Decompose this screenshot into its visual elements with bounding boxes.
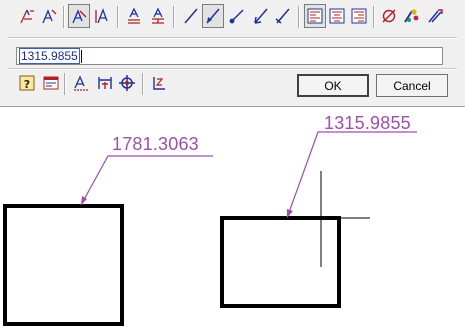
cancel-button[interactable]: Cancel bbox=[376, 74, 448, 97]
leader-line-icon[interactable] bbox=[180, 4, 202, 28]
diameter-symbol-icon[interactable] bbox=[378, 4, 400, 28]
text-caret bbox=[80, 50, 82, 64]
selected-text[interactable]: 1315.9855 bbox=[19, 48, 80, 64]
input-divider bbox=[8, 68, 457, 70]
ordinate-icon[interactable] bbox=[94, 71, 116, 95]
drawing-canvas[interactable] bbox=[0, 107, 465, 334]
snap-target-icon[interactable] bbox=[116, 71, 138, 95]
text-stacked-icon[interactable] bbox=[123, 4, 145, 28]
ok-button[interactable]: OK bbox=[297, 74, 369, 97]
dimension-style-icon[interactable] bbox=[70, 71, 92, 95]
baseline-icon[interactable] bbox=[148, 71, 170, 95]
dimension-text-input[interactable]: 1315.9855 bbox=[16, 47, 443, 65]
dot-leader-icon[interactable] bbox=[226, 4, 248, 28]
left-dimension-leader bbox=[80, 155, 213, 206]
open-arrow-leader-icon[interactable] bbox=[250, 4, 272, 28]
tick-leader-icon[interactable] bbox=[272, 4, 294, 28]
dimension-text-editor: 1315.9855 ? OK Cancel bbox=[0, 0, 465, 107]
help-icon[interactable]: ? bbox=[16, 71, 38, 95]
symbol-palette-icon[interactable] bbox=[400, 4, 422, 28]
properties-icon[interactable] bbox=[40, 71, 62, 95]
svg-text:?: ? bbox=[24, 78, 30, 91]
text-stacked-alt-icon[interactable] bbox=[147, 4, 169, 28]
aligned-dimension-icon[interactable] bbox=[38, 4, 60, 28]
left-square bbox=[3, 204, 124, 326]
left-dimension-text[interactable]: 1781.3063 bbox=[112, 134, 199, 155]
left-leader-arrow bbox=[81, 196, 87, 205]
linear-dimension-icon[interactable] bbox=[16, 4, 38, 28]
toolbar-divider bbox=[8, 37, 457, 39]
align-left-icon[interactable] bbox=[304, 4, 326, 28]
arrow-leader-icon[interactable] bbox=[202, 4, 224, 28]
align-right-icon[interactable] bbox=[348, 4, 370, 28]
angular-text-icon[interactable] bbox=[68, 4, 90, 28]
align-center-icon[interactable] bbox=[326, 4, 348, 28]
text-vertical-icon[interactable] bbox=[92, 4, 114, 28]
format-painter-icon[interactable] bbox=[424, 4, 446, 28]
right-dimension-text[interactable]: 1315.9855 bbox=[324, 113, 411, 134]
formatting-toolbar bbox=[0, 4, 465, 32]
right-dimension-leader bbox=[286, 131, 417, 219]
